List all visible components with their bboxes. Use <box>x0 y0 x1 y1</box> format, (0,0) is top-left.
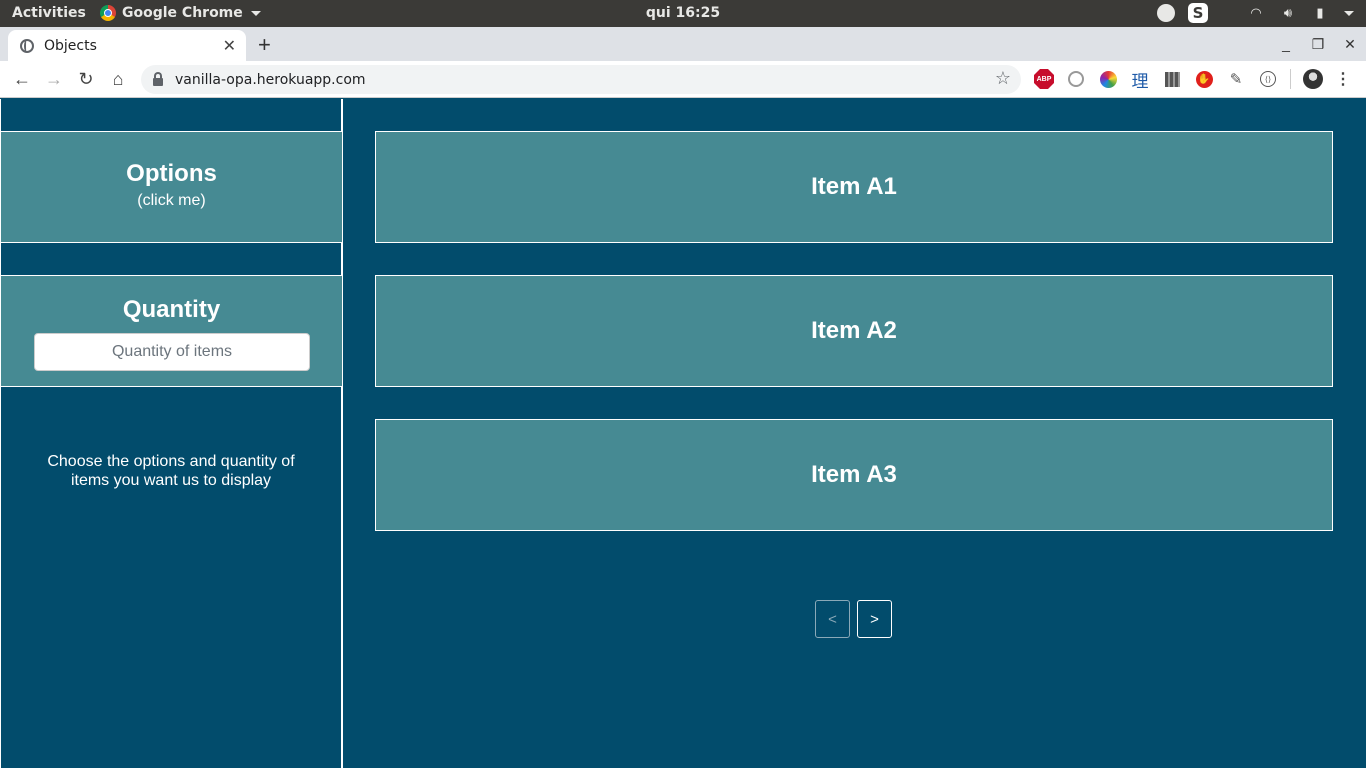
tab-strip: Objects ✕ + _ ❐ ✕ <box>0 27 1366 61</box>
color-picker-icon[interactable] <box>1098 69 1118 89</box>
code-extension-icon[interactable]: ⟨⟩ <box>1258 69 1278 89</box>
window-controls: _ ❐ ✕ <box>1270 27 1366 61</box>
chrome-logo-icon <box>100 5 116 21</box>
address-bar[interactable]: vanilla-opa.herokuapp.com ☆ <box>141 65 1021 94</box>
item-list: Item A1 Item A2 Item A3 <box>375 131 1333 563</box>
maximize-icon[interactable]: ❐ <box>1302 36 1334 53</box>
globe-icon <box>20 38 34 53</box>
skype-icon[interactable]: S <box>1188 3 1208 23</box>
profile-avatar[interactable] <box>1303 69 1323 89</box>
battery-icon[interactable]: ▮ <box>1310 3 1330 23</box>
app-menu[interactable]: Google Chrome <box>100 5 261 21</box>
kanji-extension-icon[interactable]: 理 <box>1130 69 1150 91</box>
activities-button[interactable]: Activities <box>12 5 86 21</box>
item-card[interactable]: Item A1 <box>375 131 1333 243</box>
options-panel[interactable]: Options (click me) <box>1 131 342 243</box>
bookmark-star-icon[interactable]: ☆ <box>995 68 1011 89</box>
next-page-button[interactable]: > <box>857 600 892 638</box>
reload-icon[interactable]: ↻ <box>74 67 98 91</box>
home-icon[interactable]: ⌂ <box>106 67 130 91</box>
close-window-icon[interactable]: ✕ <box>1334 36 1366 53</box>
previous-page-button[interactable]: < <box>815 600 850 638</box>
help-text: Choose the options and quantity of items… <box>47 453 295 489</box>
minimize-icon[interactable]: _ <box>1270 36 1302 52</box>
wifi-icon[interactable]: ◠ <box>1246 3 1266 23</box>
tab-title: Objects <box>44 37 97 54</box>
new-tab-button[interactable]: + <box>258 32 271 58</box>
forward-icon[interactable]: → <box>42 67 66 91</box>
back-icon[interactable]: ← <box>10 67 34 91</box>
kebab-menu-icon[interactable]: ⋮ <box>1335 69 1351 89</box>
sidebar: Options (click me) Quantity Choose the o… <box>0 99 343 768</box>
options-subtitle: (click me) <box>137 192 206 209</box>
tab-objects[interactable]: Objects ✕ <box>8 30 246 61</box>
quantity-input[interactable] <box>34 333 310 371</box>
item-card[interactable]: Item A3 <box>375 419 1333 531</box>
quantity-panel: Quantity <box>1 275 342 387</box>
item-card[interactable]: Item A2 <box>375 275 1333 387</box>
timer-extension-icon[interactable] <box>1066 69 1086 89</box>
url-text[interactable]: vanilla-opa.herokuapp.com <box>175 72 366 88</box>
system-top-bar: Activities Google Chrome qui 16:25 S ◠ 🔊… <box>0 0 1366 27</box>
page-content: Options (click me) Quantity Choose the o… <box>0 99 1366 768</box>
adblock-plus-icon[interactable]: ABP <box>1034 69 1054 89</box>
options-title: Options <box>126 160 217 187</box>
app-menu-label: Google Chrome <box>122 5 243 21</box>
tab-close-icon[interactable]: ✕ <box>223 36 236 55</box>
volume-icon[interactable]: 🔊︎ <box>1278 3 1298 23</box>
toolbar-separator <box>1290 69 1291 89</box>
system-tray[interactable]: S ◠ 🔊︎ ▮ <box>1156 3 1354 23</box>
quantity-title: Quantity <box>122 296 221 323</box>
extensions-bar: ABP 理 ✋ ✎ ⟨⟩ ⋮ <box>1034 69 1351 91</box>
pagination: < > <box>815 600 892 638</box>
hand-stop-icon[interactable]: ✋ <box>1194 69 1214 89</box>
browser-toolbar: ← → ↻ ⌂ vanilla-opa.herokuapp.com ☆ ABP … <box>0 61 1366 98</box>
chevron-down-icon <box>250 10 261 16</box>
system-menu-chevron-icon[interactable] <box>1344 10 1354 16</box>
eyedropper-icon[interactable]: ✎ <box>1226 69 1246 89</box>
grid-extension-icon[interactable] <box>1162 69 1182 89</box>
lock-icon[interactable] <box>153 71 163 86</box>
steam-icon[interactable] <box>1156 3 1176 23</box>
